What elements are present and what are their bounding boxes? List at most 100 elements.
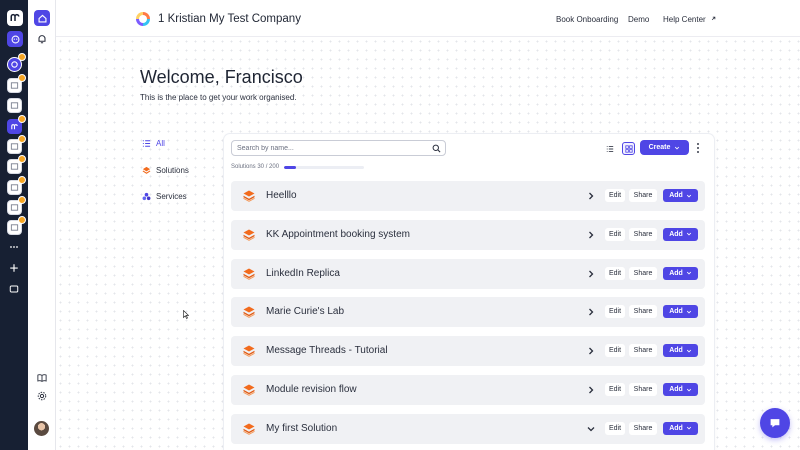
category-services-label: Services: [156, 192, 187, 201]
chevron-right-icon[interactable]: [586, 346, 596, 356]
workspace-active-icon[interactable]: [7, 53, 26, 72]
solution-row[interactable]: My first Solution Edit Share Add: [231, 413, 705, 444]
workspace-icon[interactable]: [7, 216, 26, 235]
solution-row[interactable]: Message Threads - Tutorial Edit Share Add: [231, 336, 705, 367]
notification-badge: [18, 155, 26, 163]
notification-badge: [18, 135, 26, 143]
notification-badge: [18, 176, 26, 184]
add-button[interactable]: Add: [663, 305, 698, 319]
solution-name: Module revision flow: [266, 384, 357, 395]
chevron-down-icon: [686, 271, 691, 275]
company-name[interactable]: 1 Kristian My Test Company: [158, 13, 301, 25]
main-area: Welcome, Francisco This is the place to …: [56, 37, 800, 450]
add-button[interactable]: Add: [663, 383, 698, 396]
add-button[interactable]: Add: [663, 266, 698, 280]
chevron-right-icon[interactable]: [586, 269, 596, 279]
sidebar-toggle-icon[interactable]: [7, 282, 21, 296]
bell-icon[interactable]: [35, 32, 49, 46]
chevron-right-icon[interactable]: [586, 191, 596, 201]
solution-row[interactable]: Heelllo Edit Share Add: [231, 181, 705, 211]
add-button[interactable]: Add: [663, 344, 698, 358]
solution-row[interactable]: KK Appointment booking system Edit Share Ad…: [231, 219, 705, 250]
workspace-icon[interactable]: [7, 155, 26, 174]
solution-row[interactable]: LinkedIn Replica Edit Share Add: [231, 258, 705, 289]
solutions-progress-bar: [284, 165, 365, 169]
solution-row[interactable]: Module revision flow Edit Share Add: [231, 375, 705, 405]
edit-button[interactable]: Edit: [605, 344, 625, 358]
list-view-button[interactable]: [603, 142, 616, 155]
nav-demo[interactable]: Demo: [628, 15, 649, 24]
assistant-icon[interactable]: [7, 31, 23, 47]
solutions-count: Solutions 30 / 200: [231, 164, 365, 170]
notification-badge: [18, 53, 26, 61]
share-button[interactable]: Share: [629, 383, 657, 396]
home-icon[interactable]: [34, 10, 50, 26]
category-solutions[interactable]: Solutions: [142, 166, 189, 175]
create-button[interactable]: Create: [640, 140, 689, 155]
edit-button[interactable]: Edit: [605, 189, 625, 202]
workspace-icon[interactable]: [7, 176, 26, 195]
gear-icon[interactable]: [35, 389, 49, 403]
workspace-icon[interactable]: [7, 98, 22, 113]
solution-icon: [243, 423, 255, 435]
grid-view-icon: [624, 144, 633, 153]
chat-icon: [770, 419, 780, 428]
notification-badge: [18, 74, 26, 82]
workspace-icon[interactable]: [7, 115, 26, 134]
solutions-progress-fill: [284, 165, 297, 169]
nav-book-onboarding[interactable]: Book Onboarding: [556, 15, 618, 24]
add-button[interactable]: Add: [663, 227, 698, 241]
category-all[interactable]: All: [142, 139, 165, 148]
chevron-right-icon[interactable]: [586, 230, 596, 240]
edit-button[interactable]: Edit: [605, 266, 625, 280]
chevron-right-icon[interactable]: [586, 307, 596, 317]
share-button[interactable]: Share: [629, 189, 657, 202]
nav-help-center[interactable]: Help Center: [663, 15, 717, 24]
chevron-down-icon: [686, 388, 691, 391]
solutions-panel: Create Solutions 30 / 200 Heelllo Edit Sha…: [224, 134, 714, 450]
share-button[interactable]: Share: [629, 305, 657, 319]
share-button[interactable]: Share: [629, 227, 657, 241]
add-button[interactable]: Add: [663, 421, 698, 435]
book-icon[interactable]: [35, 371, 49, 385]
workspace-icon[interactable]: [7, 196, 26, 215]
page-subtitle: This is the place to get your work organ…: [140, 93, 297, 102]
left-rail: [0, 0, 56, 450]
chevron-down-icon: [675, 146, 680, 149]
user-avatar[interactable]: [34, 421, 49, 436]
more-icon[interactable]: [7, 240, 21, 254]
add-button-label: Add: [669, 308, 683, 316]
chevron-down-icon[interactable]: [586, 424, 596, 434]
chevron-down-icon: [686, 194, 691, 197]
chevron-right-icon[interactable]: [586, 385, 596, 395]
workspace-icon[interactable]: [7, 74, 26, 93]
edit-button[interactable]: Edit: [605, 421, 625, 435]
plus-icon[interactable]: [7, 261, 21, 275]
edit-button[interactable]: Edit: [605, 227, 625, 241]
solution-icon: [243, 229, 255, 241]
add-button[interactable]: Add: [663, 189, 698, 202]
chevron-down-icon: [686, 310, 691, 314]
app-logo-icon[interactable]: [7, 10, 23, 26]
edit-button[interactable]: Edit: [605, 383, 625, 396]
share-button[interactable]: Share: [629, 421, 657, 435]
chevron-down-icon: [686, 427, 691, 430]
edit-button[interactable]: Edit: [605, 305, 625, 319]
solution-icon: [243, 306, 255, 319]
notification-badge: [18, 196, 26, 204]
workspace-icon[interactable]: [7, 135, 26, 154]
share-button[interactable]: Share: [629, 344, 657, 358]
add-button-label: Add: [669, 424, 683, 432]
chat-support-button[interactable]: [760, 408, 790, 438]
list-icon: [142, 140, 151, 147]
solutions-count-label: Solutions 30 / 200: [231, 164, 280, 170]
search-icon[interactable]: [432, 144, 441, 153]
solution-row[interactable]: Marie Curie's Lab Edit Share Add: [231, 297, 705, 328]
search-input[interactable]: [231, 140, 446, 156]
more-options-icon[interactable]: [694, 142, 702, 154]
category-services[interactable]: Services: [142, 192, 187, 201]
grid-view-button[interactable]: [622, 142, 635, 155]
company-logo-icon: [136, 12, 150, 26]
category-all-label: All: [156, 139, 165, 148]
share-button[interactable]: Share: [629, 266, 657, 280]
